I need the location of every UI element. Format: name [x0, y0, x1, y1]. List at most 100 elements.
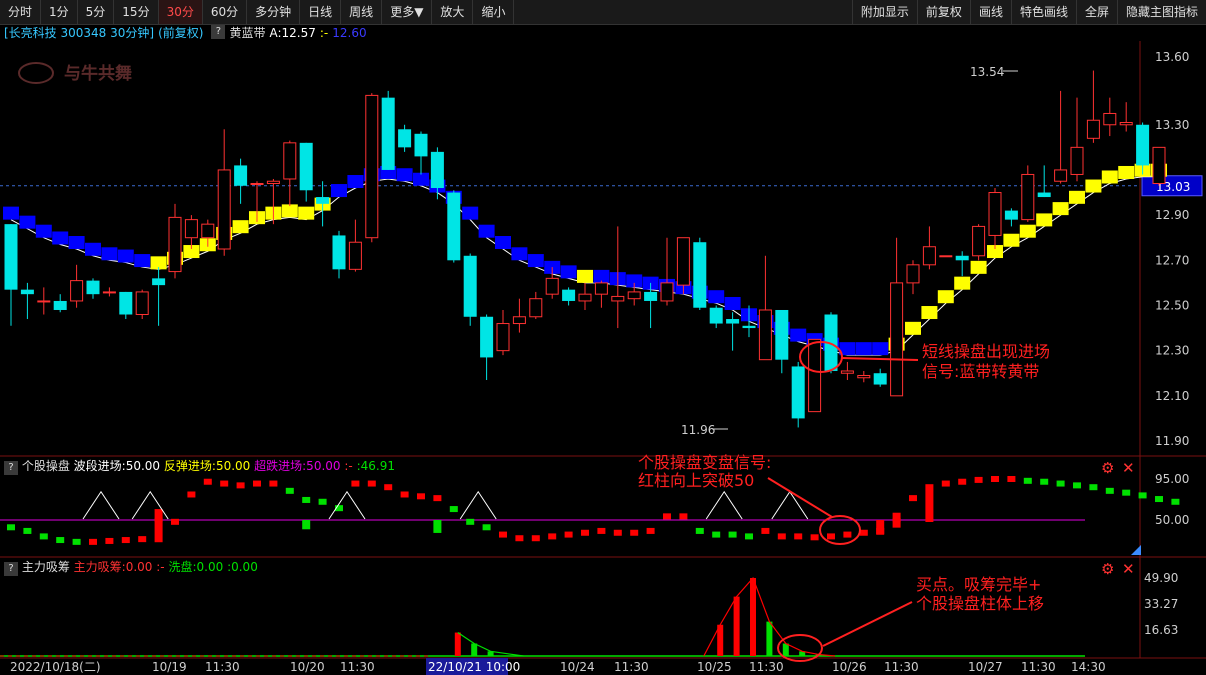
- help-icon[interactable]: ?: [211, 25, 226, 39]
- ind2-bar: [454, 632, 461, 656]
- candle-body-up: [70, 280, 84, 302]
- toolbar-button-10[interactable]: 放大: [432, 0, 474, 24]
- ind1-bar: [695, 527, 704, 534]
- candle-body-up: [1119, 122, 1133, 126]
- candle-body-down: [119, 291, 133, 315]
- toolbar-button-2[interactable]: 5分: [78, 0, 115, 24]
- scroll-corner-icon: [1131, 545, 1141, 555]
- candle-body-up: [135, 291, 149, 316]
- kline-chart[interactable]: 与牛共舞13.6013.3013.0312.9012.7012.5012.301…: [0, 41, 1206, 675]
- candle-body-down: [316, 197, 330, 204]
- ind1-bar: [909, 495, 917, 502]
- ind1-bar: [630, 529, 639, 536]
- toolbar-right-button-5[interactable]: 隐藏主图指标: [1116, 0, 1206, 24]
- help-icon[interactable]: ?: [4, 562, 18, 576]
- toolbar-right-button-0[interactable]: 附加显示: [851, 0, 917, 24]
- time-axis-label: 11:30: [884, 660, 919, 674]
- close-icon[interactable]: ✕: [1122, 460, 1135, 476]
- toolbar-button-5[interactable]: 60分: [203, 0, 248, 24]
- band-block: [1085, 179, 1102, 193]
- toolbar-right-button-2[interactable]: 画线: [969, 0, 1011, 24]
- toolbar-button-6[interactable]: 多分钟: [247, 0, 301, 24]
- toolbar-button-9[interactable]: 更多▼: [382, 0, 433, 24]
- band-line: [10, 176, 1159, 356]
- settings-gear-icon[interactable]: ⚙: [1101, 460, 1114, 476]
- candle-body-up: [676, 237, 690, 286]
- band-block: [462, 206, 479, 220]
- ind1-bar: [433, 495, 442, 502]
- ind1-bar: [794, 533, 803, 540]
- candle-body-up: [184, 219, 198, 239]
- band-block: [855, 342, 872, 356]
- ind1-bar: [302, 520, 311, 530]
- price-axis-label: 12.10: [1155, 389, 1189, 403]
- candle-body-down: [86, 280, 100, 295]
- indicator-name[interactable]: 黄蓝带: [229, 25, 265, 41]
- candle-body-down: [430, 151, 444, 189]
- band-block: [134, 254, 151, 268]
- candle-body-up: [529, 298, 543, 318]
- ind1-name[interactable]: 个股操盘: [22, 459, 70, 473]
- band-block: [560, 265, 577, 279]
- band-block: [3, 206, 19, 220]
- band-block: [117, 249, 134, 263]
- toolbar-button-11[interactable]: 缩小: [473, 0, 515, 24]
- ind1-axis-label: 95.00: [1155, 472, 1189, 486]
- toolbar-button-0[interactable]: 分时: [0, 0, 42, 24]
- candle-body-up: [808, 338, 822, 413]
- time-axis-label: 11:30: [1021, 660, 1056, 674]
- candle-body-up: [283, 142, 297, 180]
- ind1-bar: [548, 533, 557, 540]
- band-block: [1069, 190, 1085, 204]
- settings-gear-icon[interactable]: ⚙: [1101, 561, 1114, 577]
- ind2-bar: [471, 643, 478, 656]
- ind1-bar: [958, 478, 967, 485]
- toolbar-button-8[interactable]: 周线: [341, 0, 383, 24]
- ind1-bar: [269, 480, 278, 487]
- ind1-triangle: [459, 490, 497, 520]
- candle-body-up: [365, 94, 379, 239]
- time-axis-label: 10/24: [560, 660, 595, 674]
- band-block: [708, 290, 725, 304]
- band-block: [232, 220, 249, 234]
- ind1-bar: [138, 536, 147, 543]
- toolbar-right-button-1[interactable]: 前复权: [916, 0, 970, 24]
- indicator-a-value: 12.60: [332, 26, 367, 40]
- candle-body-down: [447, 192, 461, 261]
- ind1-bar: [171, 518, 179, 525]
- price-axis-label: 11.90: [1155, 434, 1189, 448]
- band-block: [872, 342, 889, 356]
- toolbar-button-3[interactable]: 15分: [114, 0, 159, 24]
- toolbar-button-1[interactable]: 1分: [41, 0, 78, 24]
- annotation-pointer: [767, 477, 833, 518]
- band-block: [954, 276, 971, 290]
- ind1-bar: [105, 537, 114, 544]
- ind2-name[interactable]: 主力吸筹: [22, 560, 70, 574]
- indicator-a-label: A:12.57: [269, 26, 316, 40]
- candle-body-up: [972, 225, 986, 257]
- candle-body-down: [299, 142, 313, 191]
- ind1-bar: [581, 529, 589, 536]
- band-block: [396, 168, 413, 182]
- candle-body-up: [1103, 112, 1117, 126]
- toolbar-button-7[interactable]: 日线: [300, 0, 342, 24]
- band-block: [298, 206, 315, 220]
- ind1-bar: [1155, 496, 1163, 503]
- ind1-bar: [761, 527, 770, 534]
- toolbar-right-button-3[interactable]: 特色画线: [1010, 0, 1076, 24]
- ind1-bar: [154, 509, 163, 522]
- band-block: [921, 306, 938, 320]
- close-icon[interactable]: ✕: [1122, 561, 1135, 577]
- band-block: [19, 215, 36, 229]
- adjust-label[interactable]: (前复权): [158, 25, 203, 41]
- candle-body-down: [53, 300, 67, 310]
- toolbar-button-4[interactable]: 30分: [158, 0, 203, 24]
- toolbar-right-button-4[interactable]: 全屏: [1075, 0, 1117, 24]
- ind1-bar: [941, 480, 950, 487]
- candle-body-up: [988, 192, 1002, 236]
- candle-body-down: [4, 224, 18, 290]
- candle-body-up: [890, 282, 904, 397]
- ind1-bar: [843, 531, 852, 538]
- help-icon[interactable]: ?: [4, 461, 18, 475]
- candle-body-down: [742, 325, 756, 329]
